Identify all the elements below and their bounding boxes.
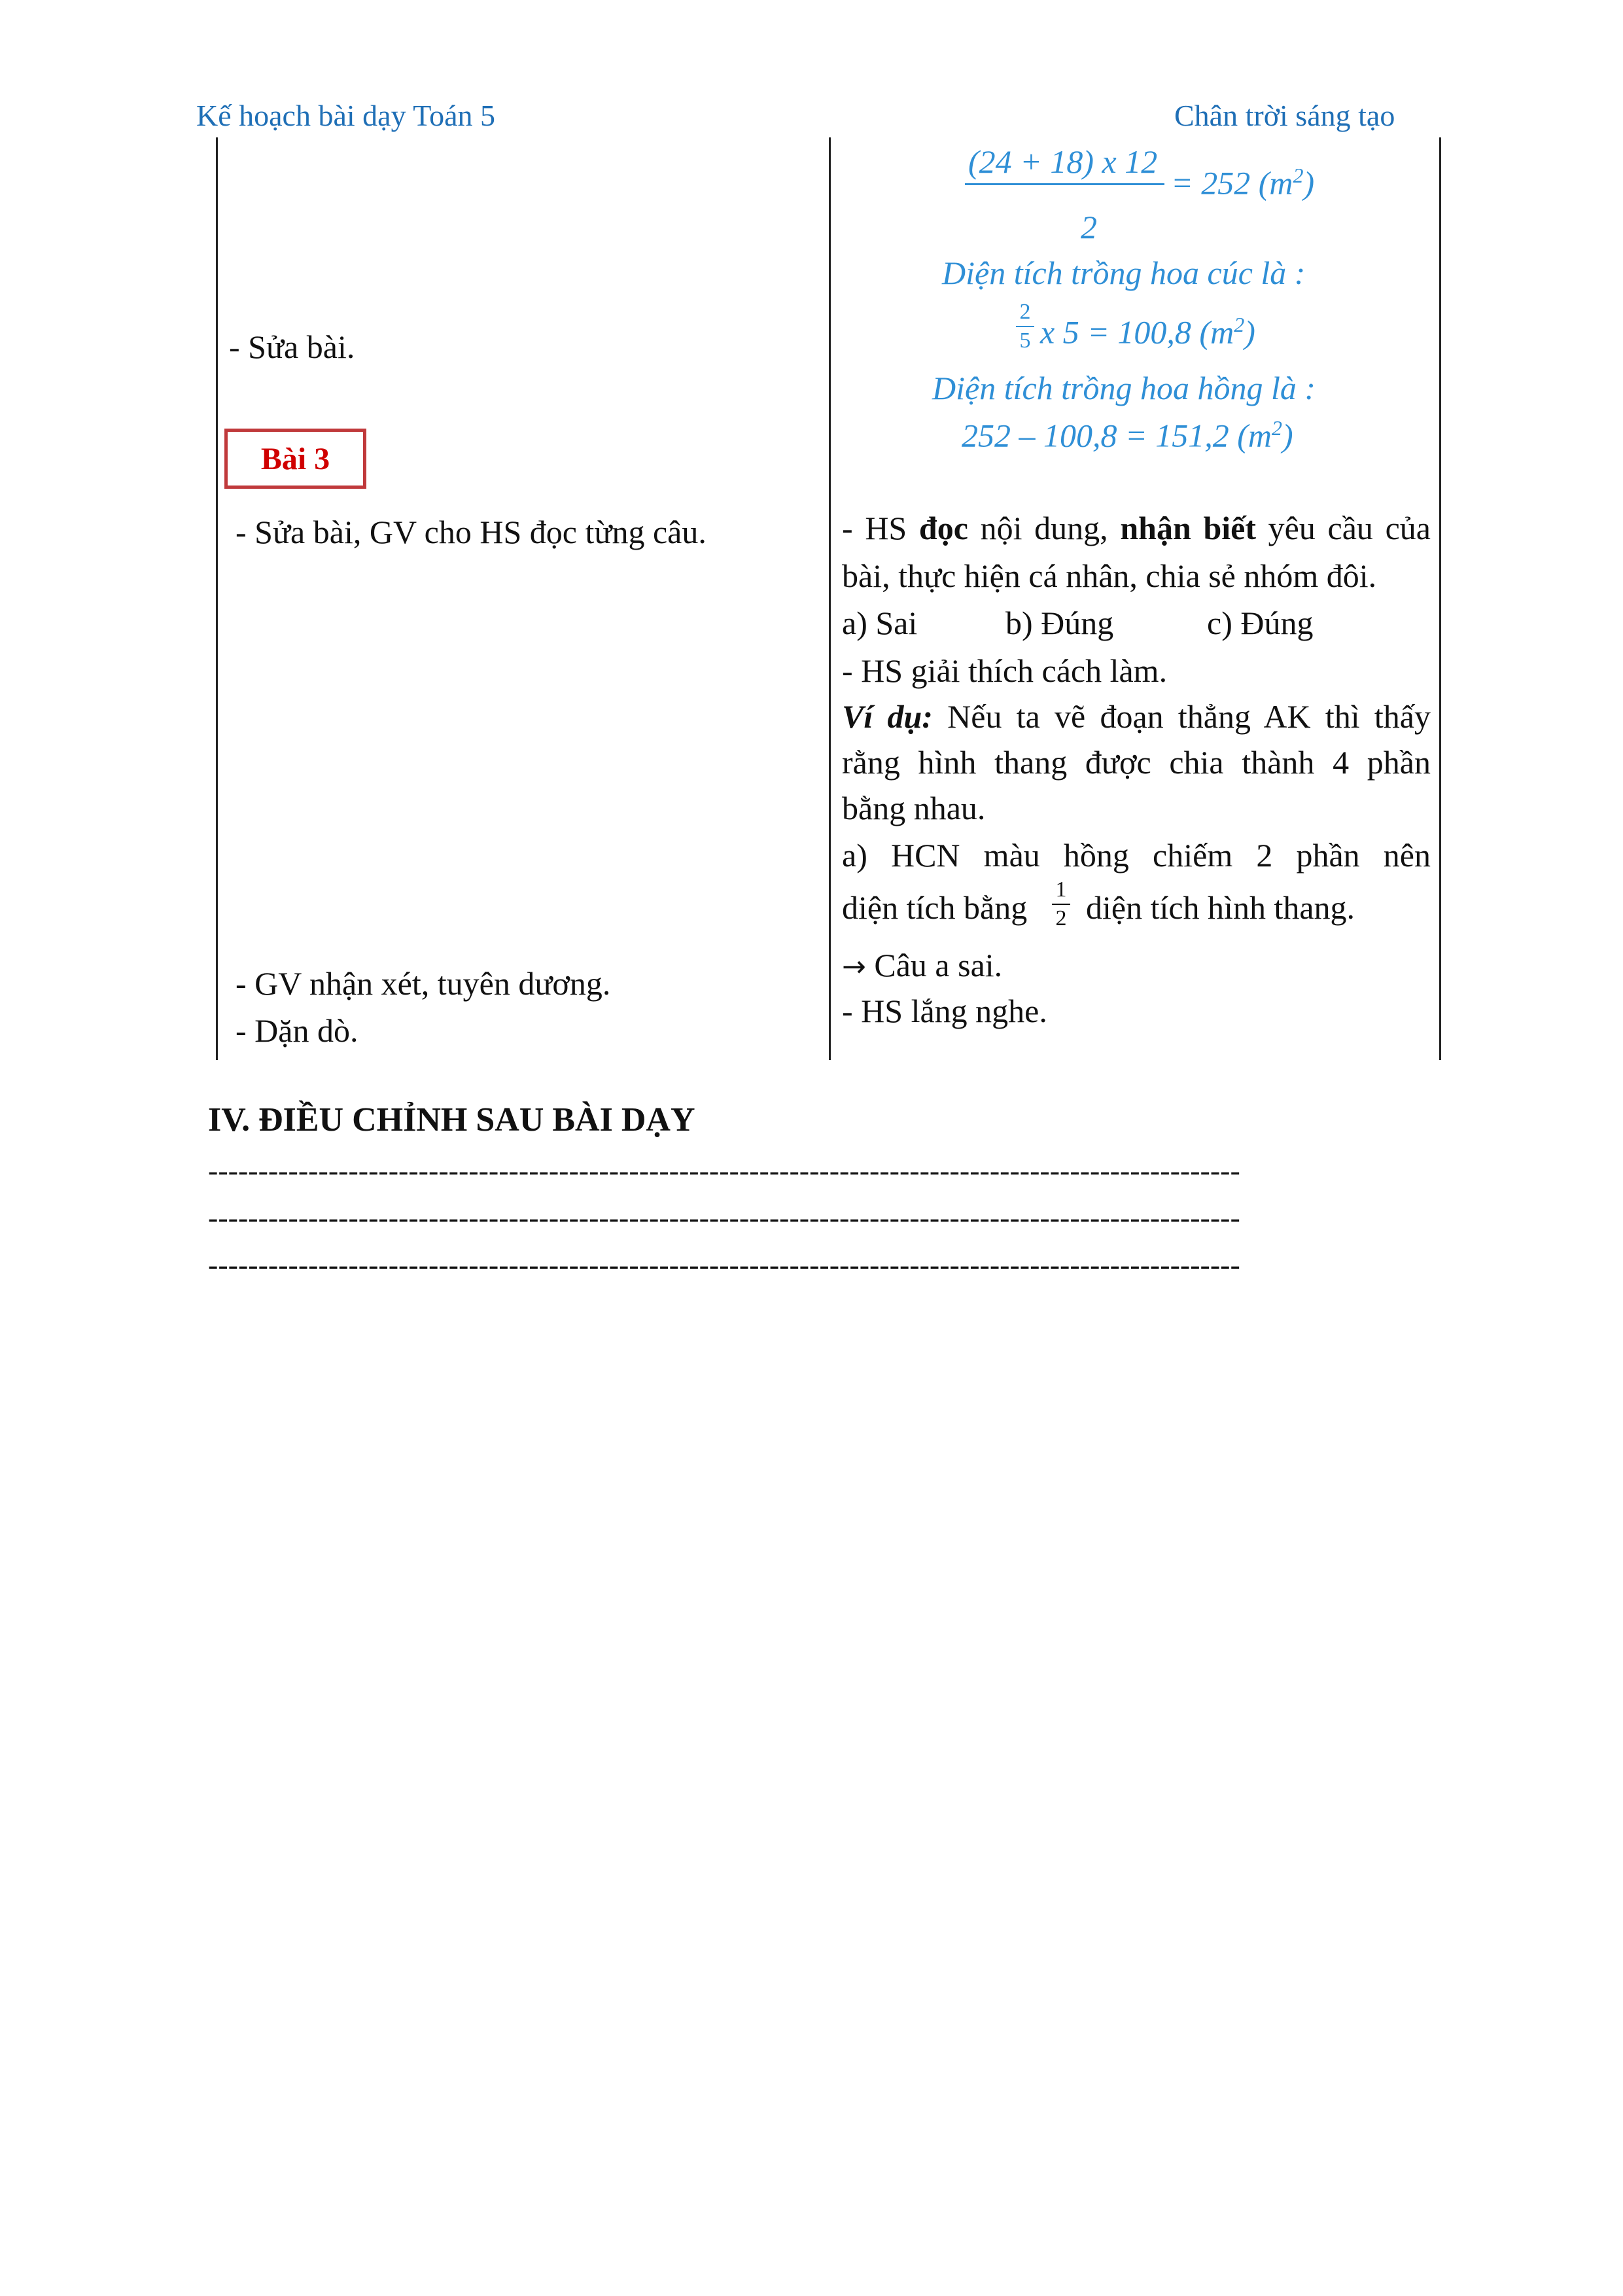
answer-c: c) Đúng [1207, 605, 1314, 641]
vidu-line3: bằng nhau. [842, 790, 986, 826]
formula2-text: x 5 = 100,8 (m2) [1040, 313, 1255, 351]
hs-doc-line1: - HS đọc nội dung, nhận biết yêu cầu của [842, 510, 1431, 546]
header-right-title: Chân trời sáng tạo [1174, 99, 1395, 132]
arrow-right-icon: → [842, 950, 866, 983]
cuc-area-title: Diện tích trồng hoa cúc là : [942, 255, 1306, 291]
hong-area-title: Diện tích trồng hoa hồng là : [932, 370, 1316, 406]
dash-line-2: ----------------------------------------… [208, 1201, 1240, 1234]
hcn-line2-a: diện tích bằng [842, 889, 1028, 926]
table-border-middle [829, 137, 831, 1060]
dash-line-1: ----------------------------------------… [208, 1154, 1240, 1187]
sua-bai-text: - Sửa bài. [229, 328, 355, 365]
sua-bai-doc-cau-text: - Sửa bài, GV cho HS đọc từng câu. [236, 514, 707, 550]
formula1-fraction-line [965, 183, 1164, 185]
vidu-line2: rằng hình thang được chia thành 4 phần [842, 744, 1431, 781]
dan-do-text: - Dặn dò. [236, 1012, 358, 1049]
nhan-xet-text: - GV nhận xét, tuyên dương. [236, 965, 611, 1002]
answer-b: b) Đúng [1005, 605, 1114, 641]
bai3-label: Bài 3 [224, 429, 366, 489]
fraction-one-half: 1 2 [1052, 879, 1070, 930]
dash-line-3: ----------------------------------------… [208, 1248, 1240, 1281]
hcn-line2-b: diện tích hình thang. [1086, 889, 1355, 926]
hcn-line1: a) HCN màu hồng chiếm 2 phần nên [842, 837, 1431, 874]
hs-doc-line2: bài, thực hiện cá nhân, chia sẻ nhóm đôi… [842, 557, 1377, 594]
table-border-right [1439, 137, 1441, 1060]
fraction-two-fifths: 2 5 [1016, 301, 1034, 352]
formula1-denominator: 2 [1081, 209, 1097, 245]
header-left-title: Kế hoạch bài dạy Toán 5 [196, 99, 496, 132]
formula1-numerator: (24 + 18) x 12 [968, 143, 1158, 180]
section-title: IV. ĐIỀU CHỈNH SAU BÀI DẠY [208, 1101, 695, 1139]
lang-nghe-text: - HS lắng nghe. [842, 993, 1047, 1029]
giai-thich-text: - HS giải thích cách làm. [842, 652, 1168, 689]
vidu-line1: Ví dụ: Nếu ta vẽ đoạn thẳng AK thì thấy [842, 698, 1431, 735]
formula3-text: 252 – 100,8 = 151,2 (m2) [962, 416, 1293, 454]
cau-a-sai-line: → Câu a sai. [842, 947, 1003, 983]
answer-a: a) Sai [842, 605, 918, 641]
table-border-left [216, 137, 218, 1060]
formula1-result: = 252 (m2) [1171, 164, 1315, 202]
